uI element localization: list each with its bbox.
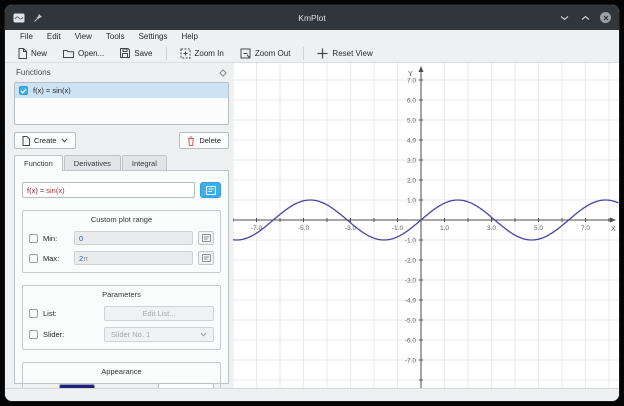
max-equation-button[interactable] [198, 251, 214, 265]
reset-view-button[interactable]: Reset View [310, 46, 379, 61]
max-input[interactable]: 2 π [74, 251, 193, 265]
y-tick-label: -2.0 [405, 257, 417, 264]
toolbar-separator [166, 47, 167, 60]
toolbar: New Open... Save Zoom In Zoom Out Reset … [5, 44, 619, 63]
max-checkbox[interactable] [29, 254, 38, 263]
menu-tools[interactable]: Tools [99, 30, 132, 44]
min-equation-button[interactable] [198, 231, 214, 245]
dock-title: Functions [16, 68, 51, 77]
app-icon [13, 12, 25, 24]
statusbar [5, 388, 619, 401]
new-document-icon [18, 48, 27, 59]
plot-canvas[interactable]: -7.0-5.0-3.0-1.01.03.05.07.0-7.0-6.0-5.0… [233, 63, 619, 388]
delete-button[interactable]: Delete [179, 132, 229, 149]
group-title: Custom plot range [29, 215, 214, 224]
close-button[interactable] [600, 12, 611, 23]
equation-editor-icon [206, 186, 216, 195]
menu-edit[interactable]: Edit [40, 30, 68, 44]
y-tick-label: -5.0 [405, 317, 417, 324]
list-label: List: [43, 309, 99, 318]
x-tick-label: 3.0 [487, 225, 496, 232]
app-window: KmPlot File Edit View Tools Settings Hel… [4, 4, 620, 402]
list-checkbox[interactable] [29, 309, 38, 318]
y-tick-label: -7.0 [405, 357, 417, 364]
slider-checkbox[interactable] [29, 330, 38, 339]
group-title: Parameters [29, 290, 214, 299]
equation-editor-icon [202, 234, 211, 242]
y-tick-label: 2.0 [407, 177, 416, 184]
max-label: Max: [43, 254, 69, 263]
tab-function[interactable]: Function [14, 155, 63, 171]
x-axis-label: X [611, 226, 616, 233]
zoom-in-icon [180, 48, 191, 59]
min-input[interactable]: 0 [74, 231, 193, 245]
tab-integral[interactable]: Integral [122, 155, 167, 170]
chevron-down-icon [61, 138, 68, 143]
min-label: Min: [43, 234, 69, 243]
x-tick-label: -5.0 [298, 225, 310, 232]
y-tick-label: 6.0 [407, 97, 416, 104]
equation-input[interactable]: f(x) = sin(x) [22, 182, 195, 198]
y-tick-label: -4.0 [405, 297, 417, 304]
functions-dock: Functions f(x) = sin(x) Create [5, 63, 233, 388]
zoom-out-icon [240, 48, 251, 59]
menu-view[interactable]: View [68, 30, 99, 44]
x-tick-label: 7.0 [581, 225, 590, 232]
y-tick-label: -1.0 [405, 237, 417, 244]
y-tick-label: 7.0 [407, 77, 416, 84]
min-checkbox[interactable] [29, 234, 38, 243]
parameters-group: Parameters List: Edit List... Slider: Sl… [22, 285, 221, 350]
equation-editor-icon [202, 254, 211, 262]
window-title: KmPlot [5, 13, 619, 23]
chevron-down-icon [200, 332, 207, 337]
x-tick-label: 1.0 [440, 225, 449, 232]
new-button[interactable]: New [11, 46, 54, 61]
y-tick-label: 4.0 [407, 137, 416, 144]
edit-list-button[interactable]: Edit List... [104, 306, 214, 321]
titlebar[interactable]: KmPlot [5, 5, 619, 30]
slider-label: Slider: [43, 330, 99, 339]
maximize-button[interactable] [579, 12, 591, 24]
zoom-in-button[interactable]: Zoom In [173, 46, 231, 61]
x-axis-arrow [610, 218, 616, 223]
function-list[interactable]: f(x) = sin(x) [14, 82, 229, 125]
y-tick-label: -6.0 [405, 337, 417, 344]
menu-help[interactable]: Help [174, 30, 204, 44]
save-button[interactable]: Save [113, 46, 159, 60]
dock-float-icon[interactable] [219, 69, 227, 77]
editor-tabbar: Function Derivatives Integral [14, 155, 229, 170]
x-tick-label: -1.0 [392, 225, 404, 232]
open-folder-icon [63, 49, 74, 58]
zoom-out-button[interactable]: Zoom Out [233, 46, 298, 61]
function-tab-page: f(x) = sin(x) Custom plot range Min: 0 [14, 170, 229, 384]
open-button[interactable]: Open... [56, 47, 111, 60]
group-title: Appearance [29, 367, 214, 376]
y-axis-label: Y [408, 71, 413, 78]
y-axis-arrow [419, 66, 424, 72]
custom-plot-range-group: Custom plot range Min: 0 Max: [22, 210, 221, 273]
y-tick-label: 5.0 [407, 117, 416, 124]
create-document-icon [22, 136, 30, 146]
tab-derivatives[interactable]: Derivatives [64, 155, 121, 170]
toolbar-separator [303, 47, 304, 60]
x-tick-label: 5.0 [534, 225, 543, 232]
save-icon [120, 48, 130, 58]
pin-icon[interactable] [32, 12, 44, 24]
reset-view-icon [317, 48, 328, 59]
function-list-label: f(x) = sin(x) [33, 86, 71, 95]
menu-file[interactable]: File [13, 30, 40, 44]
y-tick-label: 1.0 [407, 197, 416, 204]
function-visible-checkbox[interactable] [19, 86, 28, 95]
y-tick-label: -3.0 [405, 277, 417, 284]
equation-editor-button[interactable] [200, 182, 221, 198]
menubar: File Edit View Tools Settings Help [5, 30, 619, 44]
trash-icon [187, 136, 195, 146]
slider-select[interactable]: Slider No. 1 [104, 327, 214, 342]
function-list-item[interactable]: f(x) = sin(x) [15, 83, 228, 98]
create-button[interactable]: Create [14, 132, 76, 149]
plot-area[interactable]: -7.0-5.0-3.0-1.01.03.05.07.0-7.0-6.0-5.0… [233, 63, 619, 388]
y-tick-label: 3.0 [407, 157, 416, 164]
menu-settings[interactable]: Settings [132, 30, 175, 44]
minimize-button[interactable] [558, 12, 570, 24]
